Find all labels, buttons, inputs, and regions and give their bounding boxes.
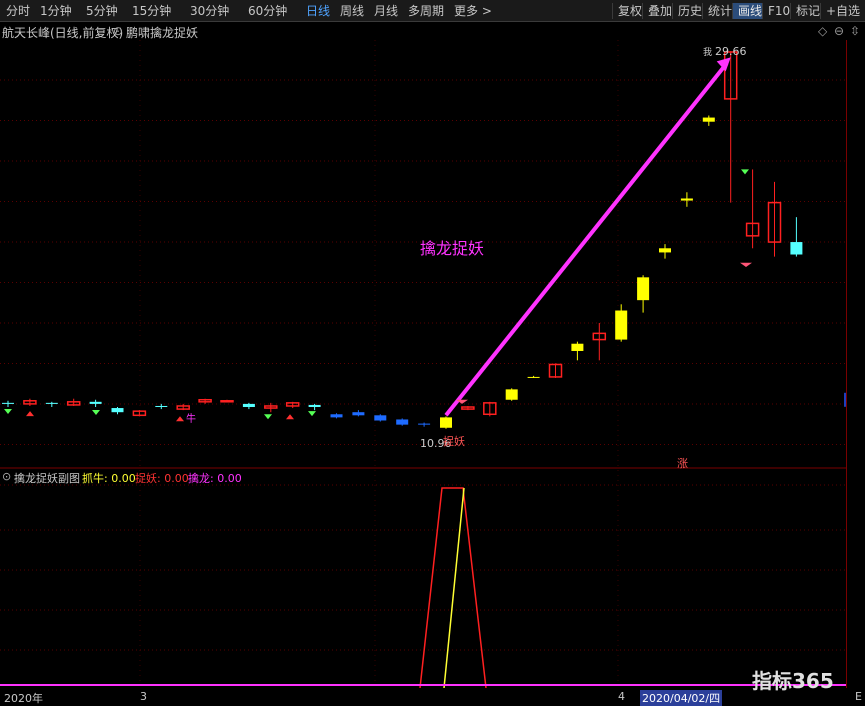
candle-body — [45, 402, 58, 404]
candle-body — [330, 414, 343, 418]
high-marker-icon: 我 — [703, 47, 712, 58]
candle-body — [790, 242, 803, 255]
date-axis: 2020年 3 4 2020/04/02/四 E — [0, 688, 865, 706]
period-tab-10[interactable]: 更多 > — [454, 3, 492, 19]
candle-body — [308, 404, 321, 408]
toolbar-button-1[interactable]: 叠加 — [642, 3, 672, 19]
indicator-field-1: 捉妖: 0.00 — [135, 472, 189, 485]
toolbar-button-7[interactable]: +自选 — [820, 3, 860, 19]
candle-body — [659, 248, 671, 253]
current-date: 2020/04/02/四 — [640, 690, 723, 706]
candle-body — [571, 343, 584, 351]
candle-body — [527, 376, 540, 378]
diamond-icon[interactable]: ◇ — [818, 24, 827, 38]
expand-icon[interactable]: ⇳ — [850, 24, 860, 38]
candle-body — [242, 403, 255, 408]
indicator-name: 鹏啸擒龙捉妖 — [126, 26, 199, 40]
signal-arrow — [4, 409, 12, 415]
period-tab-5[interactable]: 60分钟 — [248, 3, 287, 19]
signal-arrow — [176, 416, 184, 422]
candle-body — [637, 277, 650, 301]
toolbar-button-2[interactable]: 历史 — [672, 3, 702, 19]
minimize-icon[interactable]: ⊖ — [834, 24, 844, 38]
price-axis — [846, 40, 865, 688]
candle-body — [155, 405, 168, 408]
candle-body — [396, 419, 409, 425]
niu-label: 牛 — [186, 412, 196, 425]
candle-body — [111, 408, 124, 413]
indicator-settings-icon-2[interactable]: ⊙ — [2, 470, 11, 483]
indicator-yellow-line — [443, 487, 465, 688]
candle-body — [505, 389, 518, 400]
candle-body — [220, 400, 234, 403]
zhang-label: 涨 — [677, 457, 688, 470]
indicator-title-bar: ⊙ 擒龙捉妖副图 抓牛: 0.00 捉妖: 0.00 擒龙: 0.00 — [0, 470, 840, 486]
candle-body — [615, 310, 628, 340]
indicator-red-line — [419, 487, 487, 688]
toolbar-button-5[interactable]: F10 — [762, 3, 790, 19]
main-annotation-label: 擒龙捉妖 — [420, 239, 484, 258]
signal-arrow — [308, 411, 316, 417]
period-tab-3[interactable]: 15分钟 — [132, 3, 171, 19]
end-marker: E — [855, 690, 862, 703]
candle-body — [89, 401, 102, 404]
candle-body — [702, 117, 715, 122]
toolbar-button-3[interactable]: 统计 — [702, 3, 732, 19]
signal-arrow — [92, 410, 100, 416]
period-toolbar: 分时 1分钟 5分钟 15分钟 30分钟 60分钟 日线 周线 月线 多周期 更多 > 复权 叠加 历史统… — [0, 0, 865, 22]
trend-arrow-line — [444, 62, 729, 417]
signal-arrow — [264, 414, 272, 420]
period-tab-1[interactable]: 1分钟 — [40, 3, 72, 19]
stock-name: 航天长峰(日线,前复权) — [2, 26, 124, 40]
indicator-subtitle: 擒龙捉妖副图 — [14, 472, 80, 485]
candle-body — [440, 417, 452, 428]
year-label: 2020年 — [4, 692, 43, 705]
period-tab-8[interactable]: 月线 — [374, 3, 398, 19]
toolbar-button-6[interactable]: 标记 — [790, 3, 820, 19]
candle-body — [418, 423, 431, 425]
indicator-settings-icon[interactable]: ⊙ — [113, 24, 123, 38]
signal-arrow — [26, 411, 34, 417]
candle-body — [374, 415, 387, 421]
signal-arrow — [741, 169, 749, 175]
signal-arrow — [286, 414, 294, 420]
period-tab-2[interactable]: 5分钟 — [86, 3, 118, 19]
period-tab-6[interactable]: 日线 — [306, 3, 330, 19]
month-label-3: 3 — [140, 690, 147, 703]
period-tab-9[interactable]: 多周期 — [408, 3, 444, 19]
gem-marker — [740, 262, 752, 267]
toolbar-button-0[interactable]: 复权 — [612, 3, 642, 19]
indicator-field-0: 抓牛: 0.00 — [82, 472, 136, 485]
high-price-label: 29.66 — [715, 45, 747, 58]
candle-body — [2, 402, 14, 404]
period-tab-0[interactable]: 分时 — [6, 3, 30, 19]
indicator-field-2: 擒龙: 0.00 — [188, 472, 242, 485]
chart-subtitle: 航天长峰(日线,前复权) ⊙ 鹏啸擒龙捉妖 ◇ ⊖ ⇳ — [0, 22, 865, 40]
bottom-annotation-label: 捉妖 — [443, 434, 465, 448]
month-label-4: 4 — [618, 690, 625, 703]
toolbar-button-4[interactable]: 画线 — [732, 3, 763, 19]
candle-body — [352, 412, 365, 416]
kline-chart[interactable]: 擒龙捉妖29.66我10.96捉妖涨牛12.5 — [0, 40, 846, 688]
period-tab-4[interactable]: 30分钟 — [190, 3, 229, 19]
candle-body — [680, 198, 693, 201]
period-tab-7[interactable]: 周线 — [340, 3, 364, 19]
watermark-logo: 指标365 — [752, 669, 834, 693]
